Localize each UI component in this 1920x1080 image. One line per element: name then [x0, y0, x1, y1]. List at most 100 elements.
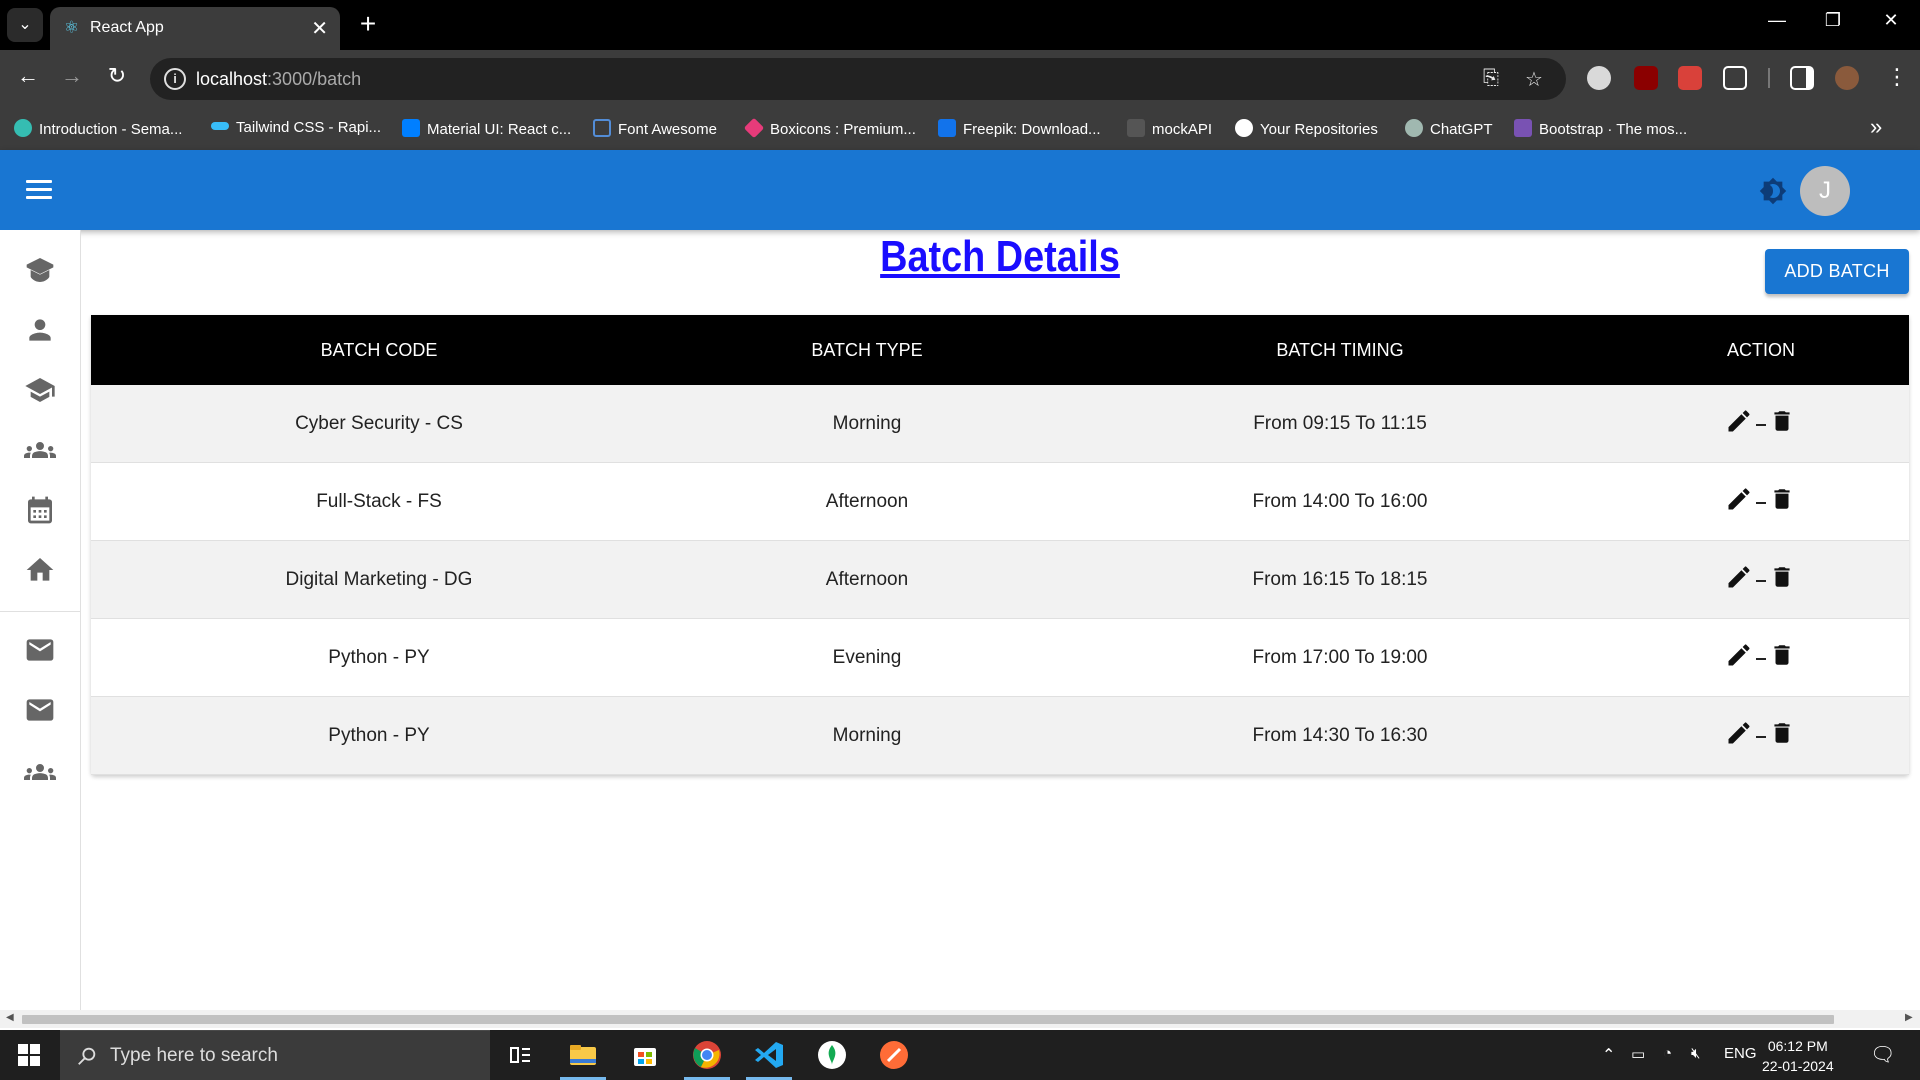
bookmark-item[interactable]: Boxicons : Premium... [743, 117, 916, 139]
tab-search-button[interactable]: ⌄ [7, 8, 43, 42]
sidebar-divider [0, 611, 80, 612]
avatar[interactable]: J [1800, 166, 1850, 216]
bookmark-item[interactable]: Your Repositories [1235, 119, 1378, 138]
batch-type-cell: Evening [832, 647, 902, 668]
close-window-button[interactable]: ✕ [1871, 10, 1911, 31]
action-separator [1756, 424, 1766, 426]
install-app-icon[interactable]: ⎘ [1483, 67, 1499, 90]
home-icon[interactable] [24, 554, 56, 586]
tab-title: React App [90, 19, 164, 36]
mongodb-compass-icon[interactable] [816, 1039, 848, 1071]
page-title[interactable]: Batch Details [768, 232, 1232, 282]
browser-tab[interactable]: ⚛ React App ✕ [50, 7, 340, 50]
delete-icon[interactable] [1769, 563, 1795, 591]
clock[interactable]: 06:12 PM 22-01-2024 [1762, 1036, 1834, 1076]
restore-button[interactable]: ❐ [1813, 10, 1853, 31]
language-indicator[interactable]: ENG [1724, 1045, 1757, 1062]
person-icon[interactable] [24, 314, 56, 346]
bookmark-label: Bootstrap · The mos... [1539, 121, 1688, 138]
postman-icon[interactable] [878, 1039, 910, 1071]
bookmark-label: Font Awesome [618, 121, 717, 138]
batch-type-cell: Afternoon [825, 569, 909, 590]
reload-button[interactable]: ↻ [102, 63, 132, 89]
profile-icon[interactable] [1835, 66, 1859, 90]
wifi-icon[interactable]: ◔ [1663, 1045, 1672, 1062]
browser-menu-icon[interactable]: ⋮ [1886, 64, 1908, 90]
theme-toggle-icon[interactable] [1759, 177, 1787, 205]
more-bookmarks-icon[interactable]: » [1870, 114, 1882, 140]
batch-code-cell: Python - PY [328, 647, 430, 668]
show-hidden-icons[interactable]: ⌃ [1602, 1045, 1615, 1065]
address-toolbar: ← → ↻ i localhost:3000/batch ⎘ ☆ [0, 50, 1920, 108]
groups-icon[interactable] [24, 756, 56, 788]
minimize-button[interactable]: — [1757, 10, 1797, 31]
url-text: localhost:3000/batch [196, 69, 361, 90]
edit-icon[interactable] [1725, 485, 1753, 513]
new-tab-button[interactable]: + [352, 8, 384, 40]
side-panel-icon[interactable] [1790, 66, 1814, 90]
bookmark-item[interactable]: Font Awesome [593, 119, 717, 138]
graduation-cap-icon[interactable] [24, 374, 56, 406]
edit-icon[interactable] [1725, 641, 1753, 669]
extensions-puzzle-icon[interactable] [1723, 66, 1747, 90]
scroll-left-icon[interactable]: ◀ [6, 1012, 14, 1023]
forward-button[interactable]: → [57, 63, 87, 89]
add-batch-button[interactable]: ADD BATCH [1765, 249, 1909, 294]
file-explorer-icon[interactable] [567, 1039, 599, 1071]
github-icon [1235, 119, 1253, 137]
bookmark-item[interactable]: Bootstrap · The mos... [1514, 119, 1687, 138]
edit-icon[interactable] [1725, 719, 1753, 747]
bookmark-item[interactable]: ChatGPT [1405, 119, 1493, 138]
bookmark-favicon-icon [14, 119, 32, 137]
volume-muted-icon[interactable]: 🔇︎ [1691, 1045, 1700, 1062]
bookmark-item[interactable]: Tailwind CSS - Rapi... [211, 119, 381, 136]
bootstrap-icon [1514, 119, 1532, 137]
windows-start-icon[interactable] [18, 1044, 40, 1066]
address-bar[interactable]: i localhost:3000/batch ⎘ ☆ [150, 58, 1566, 100]
bookmark-label: mockAPI [1152, 121, 1213, 138]
book-icon[interactable] [24, 254, 56, 286]
back-button[interactable]: ← [13, 63, 43, 89]
bookmark-item[interactable]: mockAPI [1127, 119, 1212, 138]
table-row: Python - PY Evening From 17:00 To 19:00 [91, 619, 1909, 697]
scroll-right-icon[interactable]: ▶ [1905, 1012, 1913, 1023]
action-separator [1756, 736, 1766, 738]
mail-icon[interactable] [24, 694, 56, 726]
edit-icon[interactable] [1725, 563, 1753, 591]
bookmark-favicon-icon [938, 119, 956, 137]
extension-icon[interactable] [1678, 66, 1702, 90]
chrome-icon[interactable] [691, 1039, 723, 1071]
battery-icon[interactable]: ▭ [1631, 1045, 1645, 1063]
delete-icon[interactable] [1769, 407, 1795, 435]
batch-code-cell: Digital Marketing - DG [285, 569, 473, 590]
calendar-icon[interactable] [24, 494, 56, 526]
horizontal-scrollbar[interactable]: ◀ ▶ [0, 1010, 1920, 1028]
groups-icon[interactable] [24, 434, 56, 466]
ublock-icon[interactable] [1634, 66, 1658, 90]
bookmark-favicon-icon [402, 119, 420, 137]
scrollbar-thumb[interactable] [22, 1015, 1834, 1024]
delete-icon[interactable] [1769, 719, 1795, 747]
mail-icon[interactable] [24, 634, 56, 666]
notifications-icon[interactable]: 🗨︎ [1870, 1042, 1895, 1067]
vscode-icon[interactable] [753, 1039, 785, 1071]
extension-icon[interactable] [1587, 66, 1611, 90]
close-tab-icon[interactable]: ✕ [311, 16, 328, 41]
menu-icon[interactable] [26, 180, 52, 200]
bookmark-item[interactable]: Material UI: React c... [402, 119, 571, 138]
bookmark-item[interactable]: Introduction - Sema... [14, 119, 182, 138]
taskbar-search-input[interactable]: Type here to search [60, 1030, 490, 1080]
bookmark-label: Freepik: Download... [963, 121, 1101, 138]
task-view-icon[interactable] [504, 1039, 536, 1071]
site-info-icon[interactable]: i [164, 68, 186, 90]
delete-icon[interactable] [1769, 485, 1795, 513]
edit-icon[interactable] [1725, 407, 1753, 435]
microsoft-store-icon[interactable] [629, 1039, 661, 1071]
bookmark-item[interactable]: Freepik: Download... [938, 119, 1101, 138]
action-separator [1756, 658, 1766, 660]
delete-icon[interactable] [1769, 641, 1795, 669]
chatgpt-icon [1405, 119, 1423, 137]
bookmark-favicon-icon [593, 119, 611, 137]
bookmark-star-icon[interactable]: ☆ [1525, 67, 1543, 92]
table-row: Cyber Security - CS Morning From 09:15 To … [91, 385, 1909, 463]
